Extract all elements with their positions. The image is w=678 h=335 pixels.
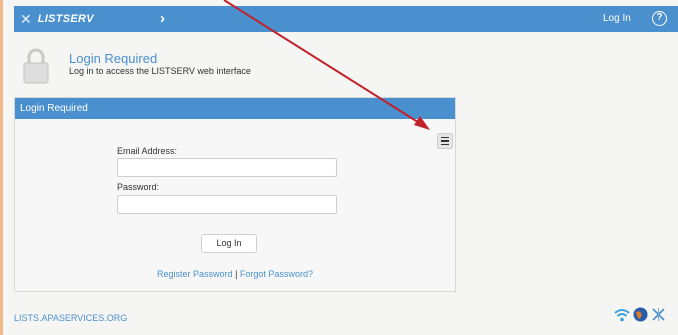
- logo-text: LISTSERV: [37, 13, 94, 25]
- chevron-right-icon[interactable]: ›: [160, 9, 165, 29]
- forgot-password-link[interactable]: Forgot Password?: [240, 269, 313, 279]
- login-panel: Login Required Email Address: Password: …: [14, 97, 456, 292]
- wifi-icon: [614, 308, 630, 321]
- email-label: Email Address:: [117, 146, 178, 156]
- footer-icons: [614, 307, 666, 322]
- menu-line: [441, 140, 449, 142]
- password-field[interactable]: [117, 195, 337, 214]
- link-separator: |: [235, 269, 238, 279]
- top-navigation-bar: ✕ LISTSERV › Log In ?: [14, 6, 678, 32]
- help-circle-icon[interactable]: ?: [652, 11, 667, 26]
- menu-line: [441, 136, 449, 139]
- page-title: Login Required: [69, 51, 158, 66]
- footer-hostname: LISTS.APASERVICES.ORG: [14, 313, 128, 323]
- password-links: Register Password | Forgot Password?: [15, 269, 455, 279]
- top-login-link[interactable]: Log In: [603, 13, 631, 25]
- globe-icon: [633, 307, 648, 322]
- menu-line: [441, 143, 449, 146]
- listserv-logo-icon: [652, 308, 665, 321]
- listserv-logo-icon: ✕: [20, 11, 32, 27]
- page-edge: [0, 0, 3, 335]
- page-subtitle: Log in to access the LISTSERV web interf…: [69, 66, 251, 76]
- lock-icon: [23, 47, 49, 85]
- password-label: Password:: [117, 182, 160, 192]
- email-field[interactable]: [117, 158, 337, 177]
- listserv-logo[interactable]: ✕ LISTSERV: [20, 11, 94, 27]
- register-password-link[interactable]: Register Password: [157, 269, 233, 279]
- login-button[interactable]: Log In: [201, 234, 257, 253]
- hamburger-menu-icon[interactable]: [437, 133, 453, 149]
- panel-header: Login Required: [15, 98, 455, 119]
